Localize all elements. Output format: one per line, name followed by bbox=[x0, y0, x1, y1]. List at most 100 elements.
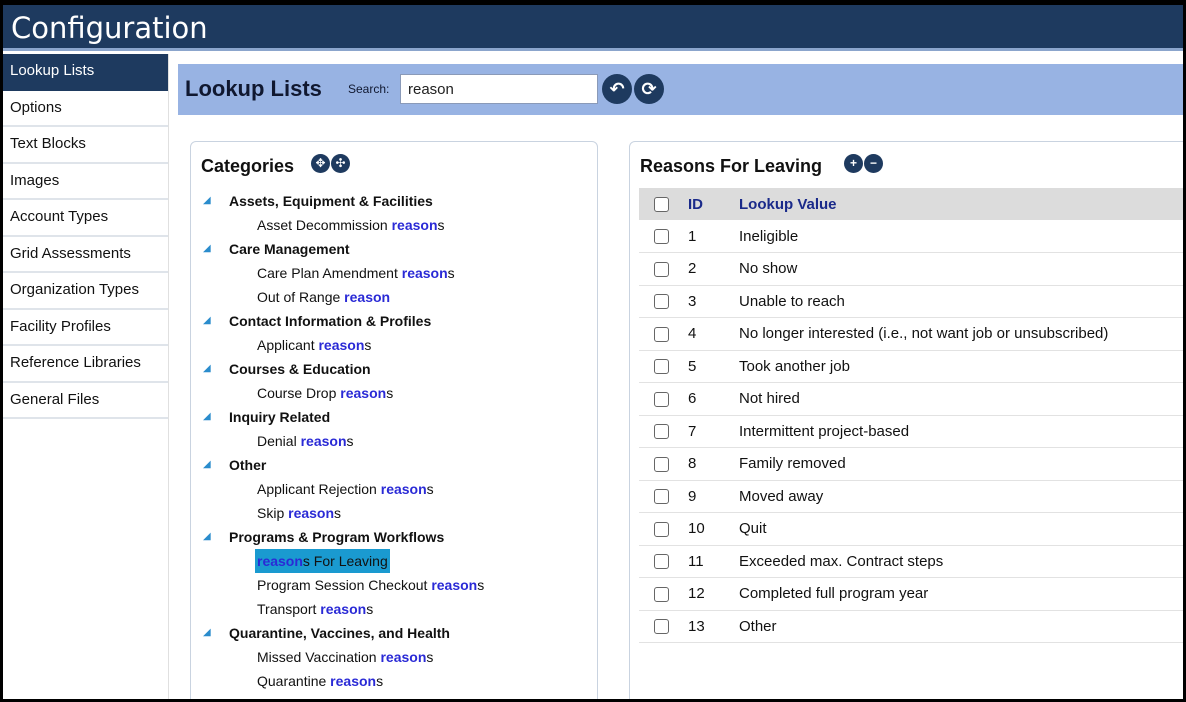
tree-item[interactable]: Transport reasons bbox=[191, 597, 597, 621]
table-row[interactable]: 2 No show bbox=[639, 252, 1183, 286]
tree-item-label: Transport reasons bbox=[255, 597, 375, 621]
collapse-triangle-icon[interactable]: ◢ bbox=[203, 237, 211, 261]
lookup-values-tools: + − bbox=[844, 154, 884, 173]
table-row[interactable]: 4 No longer interested (i.e., not want jo… bbox=[639, 317, 1183, 351]
tree-item[interactable]: Denial reasons bbox=[191, 429, 597, 453]
table-row[interactable]: 10 Quit bbox=[639, 512, 1183, 546]
search-input[interactable] bbox=[400, 74, 598, 104]
tree-item-text: s bbox=[334, 505, 342, 521]
tree-group[interactable]: ◢ Care Management bbox=[191, 237, 597, 261]
sidebar-item-images[interactable]: Images bbox=[3, 164, 168, 200]
tree-group[interactable]: ◢ Quarantine, Vaccines, and Health bbox=[191, 621, 597, 645]
row-select-cell bbox=[639, 577, 674, 611]
row-id: 9 bbox=[674, 480, 739, 513]
table-row[interactable]: 8 Family removed bbox=[639, 447, 1183, 481]
sidebar-item-text-blocks[interactable]: Text Blocks bbox=[3, 127, 168, 164]
table-row[interactable]: 12 Completed full program year bbox=[639, 577, 1183, 611]
collapse-triangle-icon[interactable]: ◢ bbox=[203, 621, 211, 645]
collapse-triangle-icon[interactable]: ◢ bbox=[203, 525, 211, 549]
row-checkbox[interactable] bbox=[654, 456, 669, 472]
tree-item-text: Missed Vaccination bbox=[257, 649, 381, 665]
sidebar-item-options[interactable]: Options bbox=[3, 91, 168, 127]
tree-item-text: s bbox=[346, 433, 354, 449]
undo-button[interactable]: ↶ bbox=[602, 74, 632, 104]
remove-icon[interactable]: − bbox=[864, 154, 883, 173]
row-lookup-value: Exceeded max. Contract steps bbox=[739, 545, 1183, 578]
tree-item[interactable]: Course Drop reasons bbox=[191, 381, 597, 405]
tree-item-text: s bbox=[376, 673, 384, 689]
row-checkbox[interactable] bbox=[654, 586, 669, 602]
collapse-triangle-icon[interactable]: ◢ bbox=[203, 189, 211, 213]
tree-item[interactable]: reasons For Leaving bbox=[191, 549, 597, 573]
collapse-triangle-icon[interactable]: ◢ bbox=[203, 405, 211, 429]
tree-item[interactable]: Skip reasons bbox=[191, 501, 597, 525]
tree-item-text: s For Leaving bbox=[302, 553, 388, 569]
sidebar-item-facility-profiles[interactable]: Facility Profiles bbox=[3, 310, 168, 346]
row-id: 13 bbox=[674, 610, 739, 643]
tree-item[interactable]: Applicant Rejection reasons bbox=[191, 477, 597, 501]
sidebar-item-account-types[interactable]: Account Types bbox=[3, 200, 168, 237]
lookup-value-column-header: Lookup Value bbox=[739, 188, 1183, 220]
collapse-all-icon[interactable]: ✣ bbox=[331, 154, 350, 173]
tree-item[interactable]: Quarantine reasons bbox=[191, 669, 597, 693]
row-checkbox[interactable] bbox=[654, 229, 669, 245]
tree-item[interactable]: Out of Range reason bbox=[191, 285, 597, 309]
table-row[interactable]: 11 Exceeded max. Contract steps bbox=[639, 545, 1183, 578]
row-checkbox[interactable] bbox=[654, 261, 669, 277]
tree-item[interactable]: Asset Decommission reasons bbox=[191, 213, 597, 237]
tree-item[interactable]: Missed Vaccination reasons bbox=[191, 645, 597, 669]
row-checkbox[interactable] bbox=[654, 424, 669, 440]
tree-item-text: s bbox=[364, 337, 372, 353]
select-all-checkbox[interactable] bbox=[654, 197, 669, 213]
tree-group[interactable]: ◢ Other bbox=[191, 453, 597, 477]
tree-item-label: Asset Decommission reasons bbox=[255, 213, 447, 237]
row-checkbox[interactable] bbox=[654, 489, 669, 505]
tree-group[interactable]: ◢ Assets, Equipment & Facilities bbox=[191, 189, 597, 213]
sidebar-item-lookup-lists[interactable]: Lookup Lists bbox=[3, 54, 168, 91]
search-match-highlight: reason bbox=[349, 697, 395, 699]
collapse-triangle-icon[interactable]: ◢ bbox=[203, 309, 211, 333]
table-row[interactable]: 6 Not hired bbox=[639, 382, 1183, 416]
table-row[interactable]: 1 Ineligible bbox=[639, 220, 1183, 253]
table-row[interactable]: 5 Took another job bbox=[639, 350, 1183, 383]
refresh-button[interactable]: ⟳ bbox=[634, 74, 664, 104]
table-row[interactable]: 7 Intermittent project-based bbox=[639, 415, 1183, 448]
sidebar-item-reference-libraries[interactable]: Reference Libraries bbox=[3, 346, 168, 383]
tree-item-label: Care Plan Amendment reasons bbox=[255, 261, 457, 285]
categories-panel: Categories ✥ ✣ ◢ Assets, Equipment & Facil… bbox=[190, 141, 598, 699]
tree-item[interactable]: Program Session Checkout reasons bbox=[191, 573, 597, 597]
tree-group[interactable]: ◢ Contact Information & Profiles bbox=[191, 309, 597, 333]
table-row[interactable]: 13 Other bbox=[639, 610, 1183, 643]
add-icon[interactable]: + bbox=[844, 154, 863, 173]
collapse-triangle-icon[interactable]: ◢ bbox=[203, 453, 211, 477]
tree-item[interactable]: Applicant reasons bbox=[191, 333, 597, 357]
row-checkbox[interactable] bbox=[654, 391, 669, 407]
collapse-triangle-icon[interactable]: ◢ bbox=[203, 357, 211, 381]
sidebar-item-general-files[interactable]: General Files bbox=[3, 383, 168, 419]
row-id: 12 bbox=[674, 577, 739, 611]
row-checkbox[interactable] bbox=[654, 619, 669, 635]
row-checkbox[interactable] bbox=[654, 359, 669, 375]
search-label: Search: bbox=[348, 82, 390, 96]
tree-group[interactable]: ◢ Programs & Program Workflows bbox=[191, 525, 597, 549]
lookup-lists-header: Lookup Lists Search: ↶ ⟳ bbox=[178, 64, 1183, 115]
tree-group[interactable]: ◢ Inquiry Related bbox=[191, 405, 597, 429]
tree-item-text: s bbox=[366, 601, 374, 617]
tree-item[interactable]: Care Plan Amendment reasons bbox=[191, 261, 597, 285]
tree-item-text: s bbox=[386, 385, 394, 401]
expand-all-icon[interactable]: ✥ bbox=[311, 154, 330, 173]
tree-group-label: Courses & Education bbox=[229, 361, 371, 377]
table-row[interactable]: 9 Moved away bbox=[639, 480, 1183, 513]
tree-item-text: s bbox=[394, 697, 401, 699]
table-row[interactable]: 3 Unable to reach bbox=[639, 285, 1183, 318]
row-id: 11 bbox=[674, 545, 739, 578]
row-checkbox[interactable] bbox=[654, 326, 669, 342]
tree-group[interactable]: ◢ Courses & Education bbox=[191, 357, 597, 381]
tree-item[interactable]: Wellness Skip reasons bbox=[191, 693, 597, 699]
row-checkbox[interactable] bbox=[654, 554, 669, 570]
sidebar-item-grid-assessments[interactable]: Grid Assessments bbox=[3, 237, 168, 273]
search-match-highlight: reason bbox=[320, 601, 367, 617]
sidebar-item-organization-types[interactable]: Organization Types bbox=[3, 273, 168, 310]
row-checkbox[interactable] bbox=[654, 294, 669, 310]
row-checkbox[interactable] bbox=[654, 521, 669, 537]
